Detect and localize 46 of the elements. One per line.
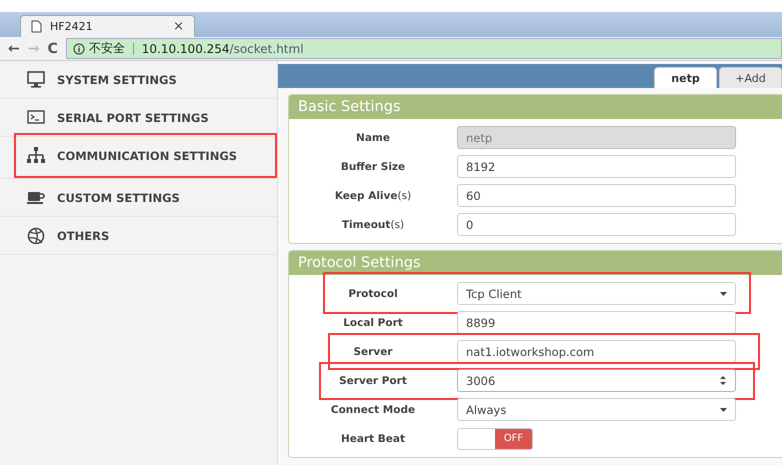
input-field[interactable]: 0: [457, 213, 736, 236]
tab-title: HF2421: [50, 20, 94, 33]
cup-icon: [27, 189, 45, 206]
field-label: Server Port: [338, 374, 408, 386]
spinner-icon: [719, 375, 727, 386]
monitor-icon: [27, 71, 45, 88]
info-icon: [72, 42, 85, 54]
terminal-icon: [27, 109, 45, 126]
caret-icon: [720, 408, 727, 412]
panel-header: Basic Settings: [289, 95, 782, 119]
address-bar[interactable]: 不安全 10.10.100.254/socket.html: [66, 38, 782, 59]
sidebar-item[interactable]: OTHERS: [0, 217, 277, 255]
url-text: 10.10.100.254/socket.html: [142, 42, 304, 56]
network-icon: [27, 147, 45, 164]
field-label: Buffer Size: [340, 160, 406, 172]
dropdown[interactable]: Tcp Client: [457, 282, 736, 305]
field-label: Name: [355, 132, 391, 144]
browser-tab[interactable]: HF2421 ×: [20, 15, 195, 37]
caret-icon: [720, 292, 727, 296]
input-field[interactable]: 8899: [457, 311, 736, 334]
sidebar-item[interactable]: COMMUNICATION SETTINGS: [0, 133, 277, 179]
ball-icon: [27, 227, 45, 244]
input-field[interactable]: nat1.iotworkshop.com: [457, 340, 736, 363]
field-label: Local Port: [342, 316, 404, 328]
tab[interactable]: netp: [654, 67, 717, 88]
dropdown[interactable]: Always: [457, 398, 736, 421]
tab[interactable]: +Add: [719, 67, 782, 88]
field-label: Timeout(s): [340, 218, 406, 230]
input-field[interactable]: 60: [457, 184, 736, 207]
input-field[interactable]: 8192: [457, 155, 736, 178]
field-label: Heart Beat: [340, 432, 406, 444]
number-field[interactable]: 3006: [457, 369, 736, 392]
panel-header: Protocol Settings: [289, 251, 782, 275]
back-button[interactable]: ←: [8, 40, 20, 56]
sidebar-item[interactable]: SERIAL PORT SETTINGS: [0, 99, 277, 137]
close-icon[interactable]: ×: [173, 19, 184, 34]
toggle-switch[interactable]: OFF: [457, 428, 533, 450]
field-label: Protocol: [347, 288, 399, 300]
sidebar-item[interactable]: CUSTOM SETTINGS: [0, 179, 277, 217]
field-label: Connect Mode: [330, 404, 416, 416]
field-label: Keep Alive(s): [334, 190, 412, 202]
sidebar-item[interactable]: SYSTEM SETTINGS: [0, 61, 277, 99]
security-label: 不安全: [88, 40, 125, 57]
reload-button[interactable]: C: [47, 40, 58, 56]
field-label: Server: [352, 346, 394, 358]
page-icon: [31, 20, 42, 33]
